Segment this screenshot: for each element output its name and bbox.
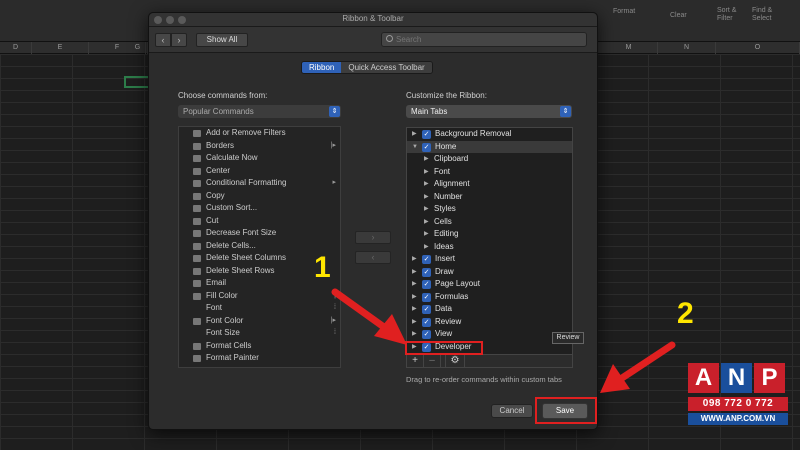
logo-letter: P: [754, 363, 785, 393]
arrow-2-shaft: [618, 341, 676, 382]
annotation-arrows: [331, 288, 676, 393]
anp-watermark: ANP 098 772 0 772 WWW.ANP.COM.VN: [688, 363, 788, 441]
arrow-1-shaft: [331, 288, 392, 334]
watermark-url: WWW.ANP.COM.VN: [688, 413, 788, 425]
arrow-1-head: [374, 314, 407, 345]
anp-logo: ANP: [688, 363, 788, 393]
logo-letter: A: [688, 363, 719, 393]
logo-letter: N: [721, 363, 752, 393]
watermark-phone: 098 772 0 772: [688, 397, 788, 411]
